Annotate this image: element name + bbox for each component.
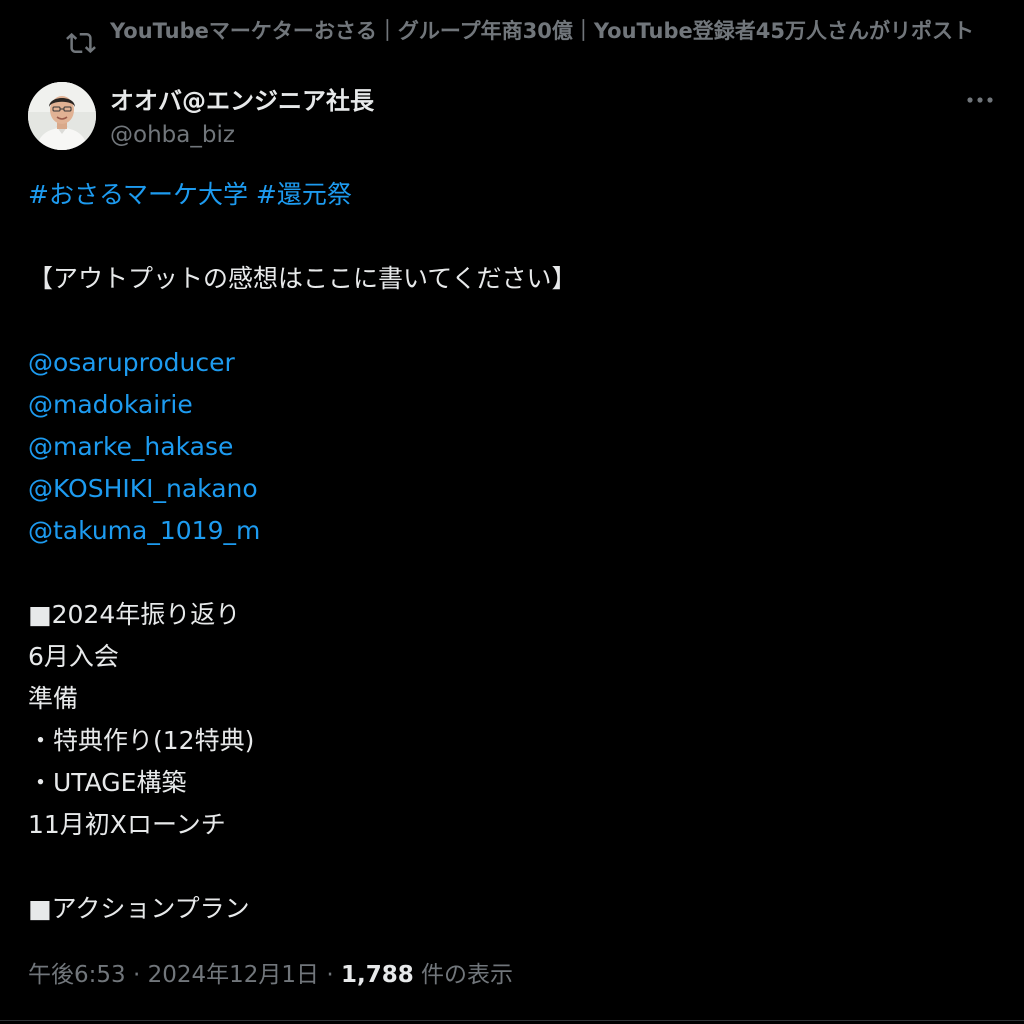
tweet-author: オオバ@エンジニア社長 @ohba_biz [28, 82, 998, 152]
review-line: 準備 [28, 684, 79, 713]
tweet-text: #おさるマーケ大学 #還元祭 【アウトプットの感想はここに書いてください】 @o… [28, 174, 988, 930]
hashtag-link[interactable]: #還元祭 [256, 180, 352, 209]
hashtag-line: #おさるマーケ大学 #還元祭 [28, 174, 988, 216]
repost-icon [66, 32, 96, 54]
tweet-time[interactable]: 午後6:53 [28, 962, 126, 988]
request-text: 【アウトプットの感想はここに書いてください】 [28, 264, 577, 293]
avatar[interactable] [28, 82, 96, 150]
mention-link[interactable]: @takuma_1019_m [28, 516, 260, 545]
user-handle[interactable]: @ohba_biz [110, 120, 235, 150]
action-heading: ■アクションプラン [28, 894, 250, 923]
hashtag-link[interactable]: #おさるマーケ大学 [28, 180, 248, 209]
review-line: ・特典作り(12特典) [28, 726, 255, 755]
views-count[interactable]: 1,788 [341, 962, 414, 988]
review-line: ・UTAGE構築 [28, 768, 187, 797]
repost-text: YouTubeマーケターおさる｜グループ年商30億｜YouTube登録者45万人… [110, 19, 974, 43]
review-line: 11月初Xローンチ [28, 810, 226, 839]
tweet-date[interactable]: 2024年12月1日 [148, 962, 319, 988]
mention-link[interactable]: @KOSHIKI_nakano [28, 474, 258, 503]
views-label: 件の表示 [413, 962, 514, 988]
review-heading: ■2024年振り返り [28, 600, 241, 629]
mention-link[interactable]: @madokairie [28, 390, 193, 419]
avatar-photo-icon [28, 82, 96, 150]
more-icon[interactable] [962, 86, 998, 114]
retweet-context[interactable]: YouTubeマーケターおさる｜グループ年商30億｜YouTube登録者45万人… [66, 18, 996, 58]
divider [0, 1020, 1024, 1021]
meta-separator: · [125, 962, 148, 988]
display-name[interactable]: オオバ@エンジニア社長 [110, 86, 374, 116]
mention-link[interactable]: @marke_hakase [28, 432, 233, 461]
meta-separator: · [319, 962, 341, 988]
mention-link[interactable]: @osaruproducer [28, 348, 235, 377]
tweet-meta: 午後6:53 · 2024年12月1日 · 1,788 件の表示 [28, 958, 513, 992]
review-line: 6月入会 [28, 642, 119, 671]
